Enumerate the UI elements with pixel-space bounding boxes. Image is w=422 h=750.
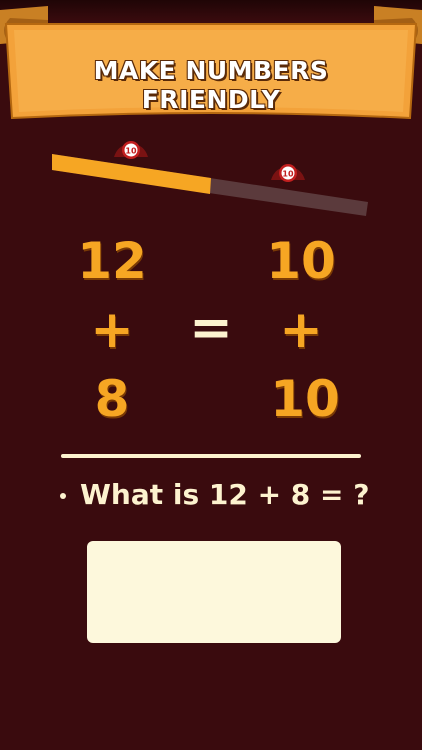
left-top-number: 12	[77, 232, 147, 290]
svg-text:10: 10	[282, 170, 294, 179]
question-text: What is 12 + 8 = ?	[80, 478, 370, 511]
right-top-number: 10	[266, 232, 336, 290]
right-ten-token: 10	[271, 164, 305, 182]
title-banner: MAKE NUMBERS FRIENDLY	[0, 0, 422, 130]
question-prompt: What is 12 + 8 = ?	[60, 478, 380, 511]
right-plus-sign: +	[279, 300, 323, 360]
page-title: MAKE NUMBERS FRIENDLY	[93, 56, 329, 114]
bullet-dot	[60, 493, 66, 499]
left-ten-token: 10	[114, 141, 148, 159]
left-plus-sign: +	[90, 300, 134, 360]
equals-sign: =	[189, 298, 233, 358]
right-bottom-number: 10	[270, 370, 340, 428]
balance-beam: 10 10	[52, 141, 368, 216]
beam-track	[52, 154, 368, 216]
svg-text:10: 10	[125, 147, 137, 156]
left-bottom-number: 8	[94, 370, 130, 428]
answer-input[interactable]	[87, 541, 341, 643]
divider-line	[61, 454, 361, 458]
